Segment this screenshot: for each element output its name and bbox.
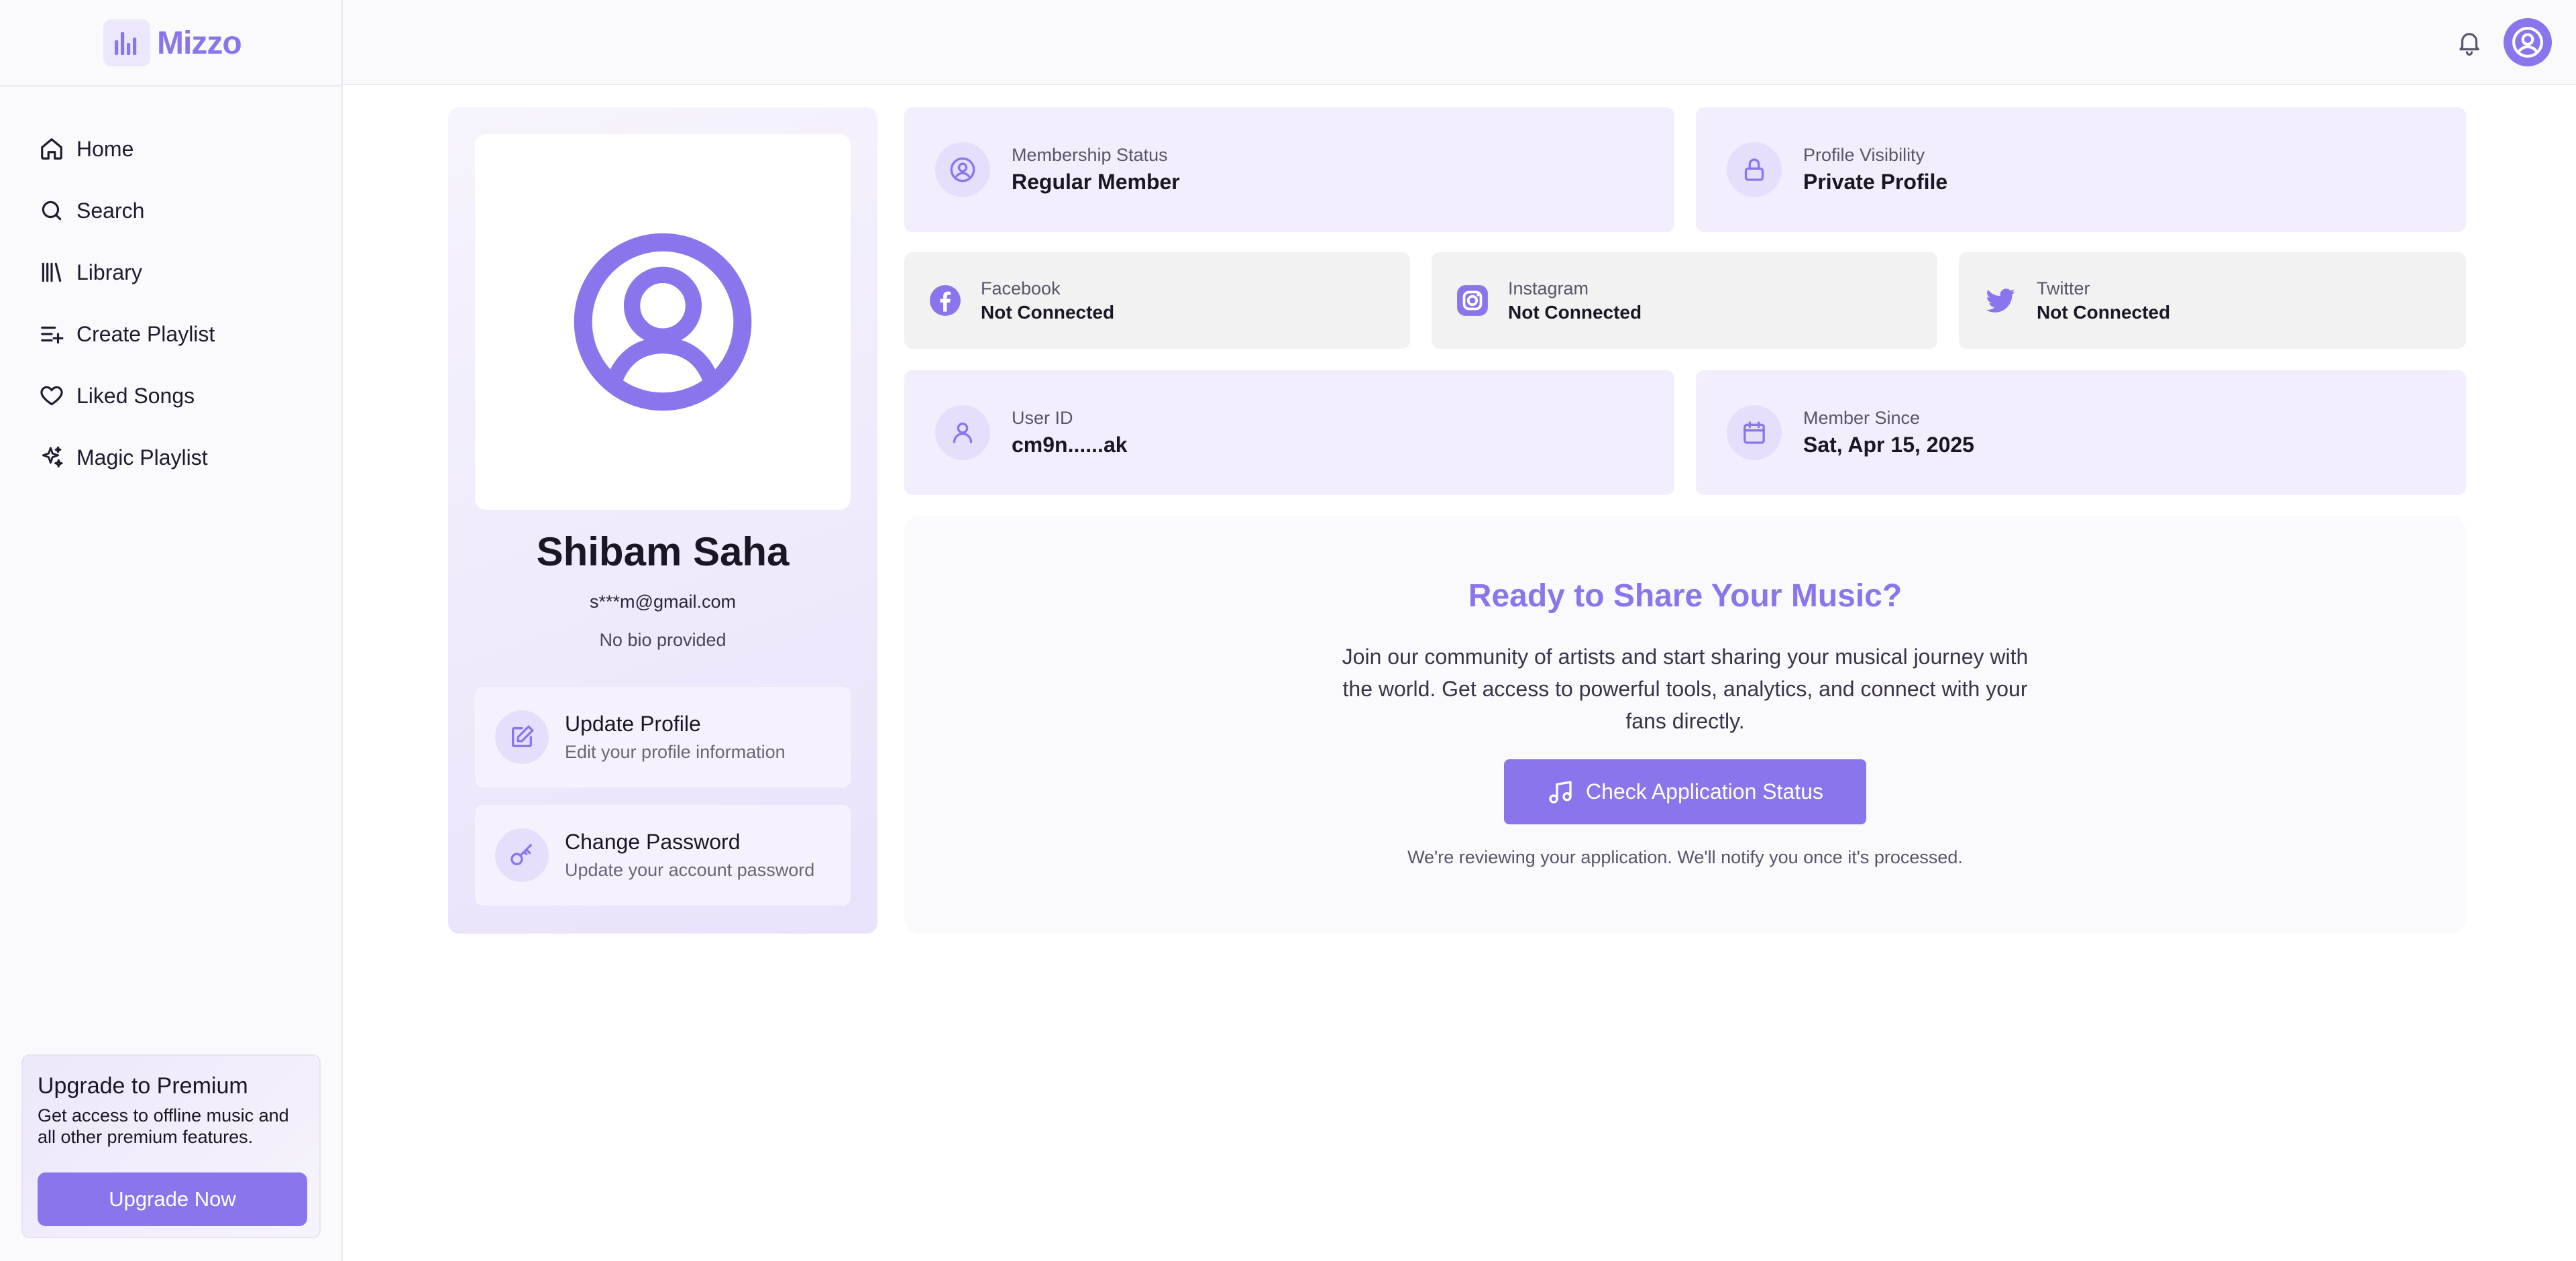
sidebar-item-label: Search <box>76 198 145 223</box>
logo-bars-icon <box>103 19 150 66</box>
home-icon <box>41 138 62 160</box>
social-facebook-card[interactable]: Facebook Not Connected <box>904 252 1410 349</box>
user-id-card: User ID cm9n......ak <box>904 370 1674 495</box>
library-icon <box>42 262 62 282</box>
profile-avatar <box>475 134 851 510</box>
edit-icon <box>495 710 549 764</box>
profile-email: s***m@gmail.com <box>590 592 736 612</box>
profile-visibility-card: Profile Visibility Private Profile <box>1696 107 2466 232</box>
sidebar-divider <box>0 85 343 87</box>
profile-name: Shibam Saha <box>536 529 790 574</box>
sidebar-item-create-playlist[interactable]: Create Playlist <box>39 303 215 365</box>
social-label: Instagram <box>1508 278 1589 298</box>
bell-icon[interactable] <box>2455 28 2483 56</box>
sidebar-item-label: Liked Songs <box>76 383 195 408</box>
upgrade-now-button[interactable]: Upgrade Now <box>38 1172 307 1226</box>
share-description: Join our community of artists and start … <box>1342 645 2029 733</box>
user-avatar-icon <box>574 233 752 411</box>
member-since-card: Member Since Sat, Apr 15, 2025 <box>1696 370 2466 495</box>
sidebar-item-search[interactable]: Search <box>39 180 215 241</box>
social-instagram-card[interactable]: Instagram Not Connected <box>1432 252 1937 349</box>
update-profile-button[interactable]: Update Profile Edit your profile informa… <box>475 687 851 787</box>
action-subtitle: Update your account password <box>565 860 815 880</box>
sidebar-item-liked-songs[interactable]: Liked Songs <box>39 365 215 427</box>
logo[interactable]: Mizzo <box>103 19 242 67</box>
change-password-button[interactable]: Change Password Update your account pass… <box>475 805 851 906</box>
social-value: Not Connected <box>981 301 1115 323</box>
instagram-icon <box>1457 285 1488 316</box>
info-label: Membership Status <box>1012 145 1168 165</box>
lock-icon <box>1727 142 1782 197</box>
user-avatar-button[interactable] <box>2504 18 2552 66</box>
promo-description: Get access to offline music and all othe… <box>38 1105 289 1147</box>
user-circle-icon <box>2512 27 2543 58</box>
sidebar-item-library[interactable]: Library <box>39 241 215 303</box>
action-title: Update Profile <box>565 712 701 736</box>
topbar <box>343 0 2576 85</box>
action-title: Change Password <box>565 830 741 854</box>
calendar-icon <box>1727 405 1782 460</box>
sidebar: Mizzo Home Search Library Create Playlis… <box>0 0 343 1261</box>
key-icon <box>495 828 549 882</box>
info-value: cm9n......ak <box>1012 433 1128 457</box>
promo-title: Upgrade to Premium <box>38 1073 248 1099</box>
user-circle-icon <box>935 142 990 197</box>
share-title: Ready to Share Your Music? <box>1468 578 1902 614</box>
social-label: Twitter <box>2037 278 2090 298</box>
membership-status-card: Membership Status Regular Member <box>904 107 1674 232</box>
social-twitter-card[interactable]: Twitter Not Connected <box>1959 252 2466 349</box>
search-icon <box>42 201 62 221</box>
info-label: Profile Visibility <box>1803 145 1925 165</box>
upgrade-promo: Upgrade to Premium Get access to offline… <box>21 1054 321 1238</box>
twitter-icon <box>1986 288 2015 313</box>
share-music-card: Ready to Share Your Music? Join our comm… <box>904 516 2466 934</box>
sidebar-item-label: Library <box>76 260 142 284</box>
facebook-icon <box>930 285 961 316</box>
info-label: User ID <box>1012 408 1073 428</box>
app-name: Mizzo <box>157 25 242 61</box>
heart-icon <box>40 386 63 406</box>
check-application-status-button[interactable]: Check Application Status <box>1504 759 1866 824</box>
social-value: Not Connected <box>2037 301 2171 323</box>
info-label: Member Since <box>1803 408 1921 428</box>
profile-card: Shibam Saha s***m@gmail.com No bio provi… <box>448 107 877 934</box>
social-label: Facebook <box>981 278 1061 298</box>
social-value: Not Connected <box>1508 301 1642 323</box>
sidebar-nav: Home Search Library Create Playlist Like… <box>39 118 215 488</box>
sidebar-item-magic-playlist[interactable]: Magic Playlist <box>39 427 215 488</box>
sidebar-item-label: Create Playlist <box>76 321 215 346</box>
create-playlist-icon <box>41 326 64 344</box>
info-value: Private Profile <box>1803 170 1948 194</box>
share-note: We're reviewing your application. We'll … <box>1407 847 1963 867</box>
info-value: Regular Member <box>1012 170 1180 194</box>
music-note-icon <box>1549 780 1572 804</box>
profile-bio: No bio provided <box>599 630 727 650</box>
sparkles-icon <box>42 446 63 468</box>
sidebar-item-home[interactable]: Home <box>39 118 215 180</box>
user-icon <box>935 405 990 460</box>
button-label: Check Application Status <box>1586 779 1823 804</box>
sidebar-item-label: Magic Playlist <box>76 445 208 470</box>
sidebar-item-label: Home <box>76 136 134 161</box>
action-subtitle: Edit your profile information <box>565 742 786 762</box>
info-value: Sat, Apr 15, 2025 <box>1803 433 1974 457</box>
